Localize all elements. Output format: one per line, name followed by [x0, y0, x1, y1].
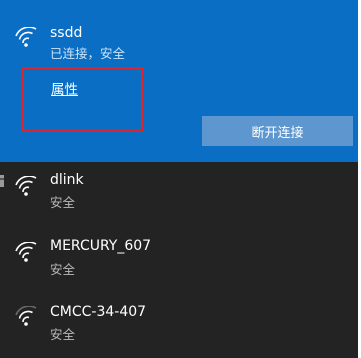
- connected-network-card[interactable]: ssdd 已连接，安全 属性 断开连接: [0, 0, 358, 162]
- disconnect-button[interactable]: 断开连接: [202, 116, 353, 146]
- network-ssid: CMCC-34-407: [50, 304, 147, 320]
- network-item-dlink[interactable]: dlink 安全: [0, 162, 358, 224]
- connected-network-status: 已连接，安全: [50, 46, 126, 61]
- wifi-network-flyout: ssdd 已连接，安全 属性 断开连接 dlink 安全 MERCURY_607…: [0, 0, 358, 358]
- annotation-highlight-box: [22, 67, 143, 132]
- wifi-signal-icon: [14, 176, 38, 198]
- network-security: 安全: [50, 262, 76, 277]
- network-security: 安全: [50, 195, 76, 210]
- network-ssid: MERCURY_607: [50, 238, 152, 254]
- network-item-mercury-607[interactable]: MERCURY_607 安全: [0, 228, 358, 290]
- network-security: 安全: [50, 327, 76, 342]
- network-item-cmcc-34-407[interactable]: CMCC-34-407 安全: [0, 290, 358, 352]
- wifi-signal-icon: [14, 242, 38, 264]
- connected-network-ssid: ssdd: [50, 25, 83, 41]
- wifi-signal-icon: [14, 27, 38, 49]
- wifi-signal-weak-icon: [14, 306, 38, 328]
- network-ssid: dlink: [50, 172, 84, 188]
